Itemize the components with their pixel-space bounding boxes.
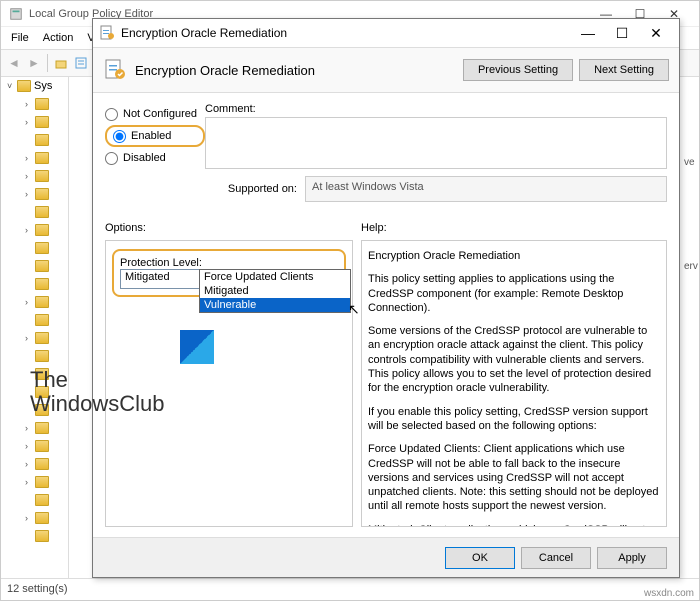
- list-item-peek[interactable]: erv: [684, 261, 696, 313]
- tree-item[interactable]: [19, 491, 68, 509]
- next-setting-button[interactable]: Next Setting: [579, 59, 669, 81]
- options-label: Options:: [105, 222, 353, 234]
- supported-value: At least Windows Vista: [305, 176, 667, 202]
- tree-item[interactable]: [19, 239, 68, 257]
- supported-label: Supported on:: [205, 183, 305, 195]
- tree-item[interactable]: ›: [19, 437, 68, 455]
- apply-button[interactable]: Apply: [597, 547, 667, 569]
- previous-setting-button[interactable]: Previous Setting: [463, 59, 573, 81]
- tree-item[interactable]: ›: [19, 95, 68, 113]
- tree-item[interactable]: [19, 311, 68, 329]
- source-attribution: wsxdn.com: [644, 588, 694, 599]
- tree-pane[interactable]: ˅ Sys › › › › › › › ›: [1, 77, 69, 578]
- comment-textarea[interactable]: [205, 117, 667, 169]
- ok-button[interactable]: OK: [445, 547, 515, 569]
- option-mitigated[interactable]: Mitigated: [200, 284, 350, 298]
- tree-item[interactable]: ›: [19, 149, 68, 167]
- cancel-button[interactable]: Cancel: [521, 547, 591, 569]
- radio-not-configured[interactable]: Not Configured: [105, 103, 205, 125]
- dialog-minimize[interactable]: —: [571, 22, 605, 44]
- tree-item[interactable]: [19, 275, 68, 293]
- dialog-icon: [99, 25, 115, 41]
- tree-item[interactable]: ›: [19, 455, 68, 473]
- status-bar: 12 setting(s): [1, 578, 699, 598]
- dialog-header: Encryption Oracle Remediation Previous S…: [93, 47, 679, 93]
- up-icon[interactable]: [52, 54, 70, 72]
- mouse-cursor-icon: ↖: [348, 301, 360, 318]
- help-text[interactable]: Encryption Oracle Remediation This polic…: [361, 240, 667, 527]
- help-label: Help:: [361, 222, 667, 234]
- tree-item[interactable]: ›: [19, 473, 68, 491]
- dialog-close[interactable]: ✕: [639, 22, 673, 44]
- tree-item[interactable]: ›: [19, 167, 68, 185]
- tree-item[interactable]: [19, 257, 68, 275]
- tree-item[interactable]: [19, 203, 68, 221]
- tree-item[interactable]: ›: [19, 113, 68, 131]
- dialog-title-bar: Encryption Oracle Remediation — ☐ ✕: [93, 19, 679, 47]
- comment-label: Comment:: [205, 103, 667, 115]
- protection-label: Protection Level:: [120, 257, 202, 269]
- radio-enabled[interactable]: Enabled: [105, 125, 205, 147]
- watermark-logo: [180, 330, 214, 364]
- chevron-down-icon[interactable]: ˅: [7, 81, 17, 91]
- policy-dialog: Encryption Oracle Remediation — ☐ ✕ Encr…: [92, 18, 680, 578]
- radio-disabled[interactable]: Disabled: [105, 147, 205, 169]
- tree-item[interactable]: [19, 527, 68, 545]
- dialog-title: Encryption Oracle Remediation: [121, 26, 571, 40]
- watermark: The WindowsClub: [30, 330, 214, 416]
- app-icon: [9, 7, 23, 21]
- option-force-updated[interactable]: Force Updated Clients: [200, 270, 350, 284]
- dialog-maximize[interactable]: ☐: [605, 22, 639, 44]
- back-icon[interactable]: ◄: [5, 54, 23, 72]
- tree-item[interactable]: ›: [19, 509, 68, 527]
- fwd-icon[interactable]: ►: [25, 54, 43, 72]
- menu-action[interactable]: Action: [37, 30, 80, 46]
- protection-dropdown-list: Force Updated Clients Mitigated Vulnerab…: [199, 269, 351, 313]
- list-item-peek[interactable]: ve: [684, 157, 696, 209]
- tree-item[interactable]: ›: [19, 293, 68, 311]
- option-vulnerable[interactable]: Vulnerable: [200, 298, 350, 312]
- status-text: 12 setting(s): [7, 583, 68, 595]
- policy-icon: [103, 58, 127, 82]
- tree-item[interactable]: ›: [19, 419, 68, 437]
- list-icon[interactable]: [72, 54, 90, 72]
- dialog-footer: OK Cancel Apply: [93, 537, 679, 577]
- dialog-header-title: Encryption Oracle Remediation: [135, 63, 457, 78]
- tree-item[interactable]: [19, 131, 68, 149]
- folder-icon: [17, 80, 31, 92]
- menu-file[interactable]: File: [5, 30, 35, 46]
- tree-item[interactable]: ›: [19, 221, 68, 239]
- tree-root[interactable]: ˅ Sys: [1, 77, 68, 95]
- tree-item[interactable]: ›: [19, 185, 68, 203]
